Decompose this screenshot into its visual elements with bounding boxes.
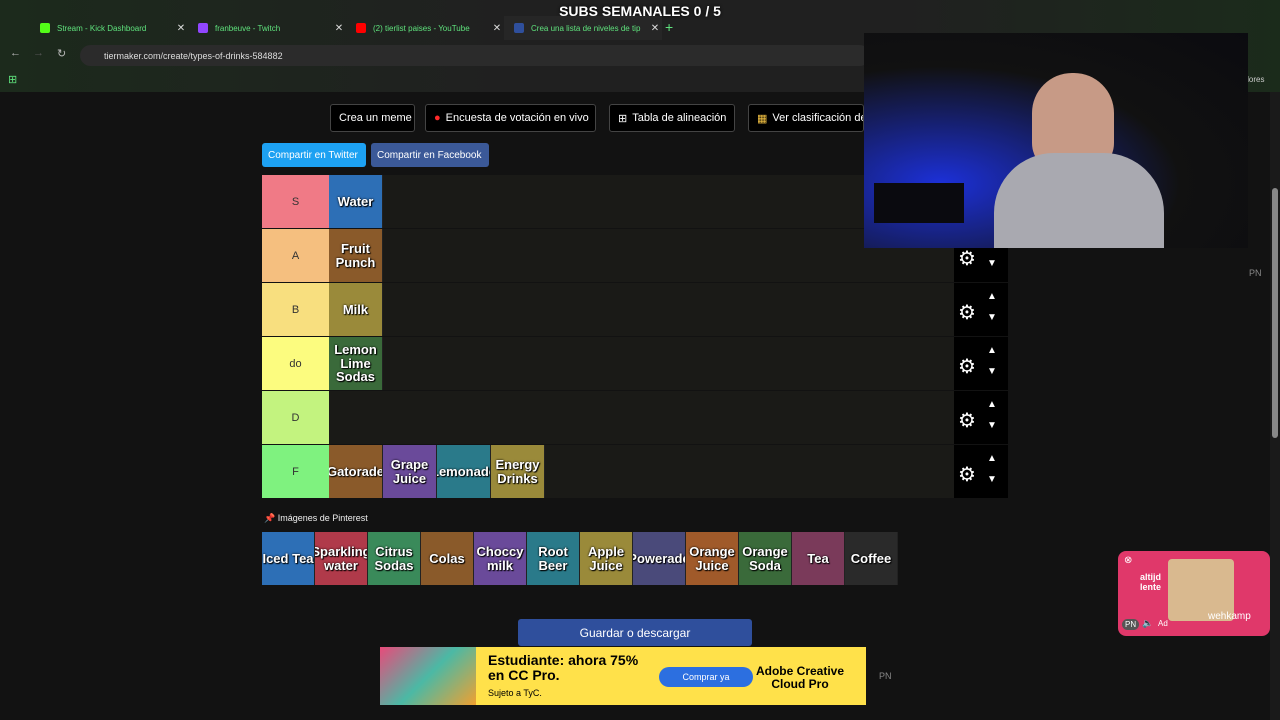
forward-icon[interactable]: → [33, 47, 44, 59]
view-ranking-button[interactable]: ▦ Ver clasificación de [748, 104, 864, 132]
tab-kick[interactable]: Stream - Kick Dashboard ✕ [30, 16, 188, 40]
tier-items: Lemon Lime Sodas [329, 337, 383, 390]
gear-icon[interactable]: ⚙ [958, 408, 976, 433]
pool-item-card[interactable]: Choccy milk [474, 532, 527, 585]
tab-twitch[interactable]: franbeuve - Twitch ✕ [188, 16, 346, 40]
tier-label[interactable]: do [262, 337, 329, 390]
ad-cta-button[interactable]: Comprar ya [659, 667, 753, 687]
close-icon[interactable]: ✕ [332, 23, 346, 34]
pool-item-card[interactable]: Tea [792, 532, 845, 585]
pool-item-card[interactable]: Colas [421, 532, 474, 585]
chevron-up-icon[interactable]: ▲ [987, 291, 997, 302]
chevron-down-icon[interactable]: ▼ [987, 258, 997, 269]
chevron-up-icon[interactable]: ▲ [987, 345, 997, 356]
tier-item-card[interactable]: Energy Drinks [491, 445, 545, 498]
tier-items: GatoradeGrape JuiceLemonadeEnergy Drinks [329, 445, 545, 498]
grid-icon: ⊞ [618, 112, 628, 125]
scrollbar[interactable] [1270, 92, 1280, 720]
ad-pn-label: PN [879, 671, 892, 681]
pool-item-card[interactable]: Orange Juice [686, 532, 739, 585]
close-icon[interactable]: ✕ [490, 23, 504, 34]
gear-icon[interactable]: ⚙ [958, 246, 976, 271]
gear-icon[interactable]: ⚙ [958, 300, 976, 325]
ad-art [380, 647, 476, 705]
reload-icon[interactable]: ↻ [57, 47, 66, 60]
share-facebook-button[interactable]: Compartir en Facebook [371, 143, 489, 167]
tier-label[interactable]: A [262, 229, 329, 282]
tier-row: B Milk ⚙ ▲ ▼ [262, 283, 1008, 337]
tier-items: Milk [329, 283, 383, 336]
live-poll-button[interactable]: ● Encuesta de votación en vivo [425, 104, 596, 132]
tab-tiermaker[interactable]: Crea una lista de niveles de tip ✕ [504, 16, 662, 40]
gear-icon[interactable]: ⚙ [958, 462, 976, 487]
tier-row: FGatoradeGrape JuiceLemonadeEnergy Drink… [262, 445, 1008, 499]
save-download-button[interactable]: Guardar o descargar [518, 619, 752, 646]
create-meme-button[interactable]: Crea un meme [330, 104, 415, 132]
pool-item-card[interactable]: Powerade [633, 532, 686, 585]
tiermaker-icon [514, 23, 524, 33]
ranking-grid-icon: ▦ [757, 112, 768, 125]
side-ad[interactable]: ⊗ altijd lente wehkamp PN 🔈 Ad [1118, 551, 1270, 636]
pool-item-card[interactable]: Coffee [845, 532, 898, 585]
tier-item-card[interactable]: Milk [329, 283, 383, 336]
tier-label[interactable]: B [262, 283, 329, 336]
youtube-icon [356, 23, 366, 33]
pin-icon: 📌 [264, 513, 276, 523]
chevron-down-icon[interactable]: ▼ [987, 366, 997, 377]
tier-item-card[interactable]: Gatorade [329, 445, 383, 498]
streamer-hoodie [994, 153, 1164, 248]
scrollbar-thumb[interactable] [1272, 188, 1278, 438]
tier-row: do Lemon Lime Sodas ⚙ ▲ ▼ [262, 337, 1008, 391]
pinterest-label[interactable]: 📌 Imágenes de Pinterest [264, 513, 368, 524]
tier-label[interactable]: F [262, 445, 329, 498]
gear-icon[interactable]: ⚙ [958, 354, 976, 379]
address-bar[interactable]: tiermaker.com/create/types-of-drinks-584… [80, 45, 870, 66]
pool-item-card[interactable]: Iced Tea [262, 532, 315, 585]
chevron-up-icon[interactable]: ▲ [987, 453, 997, 464]
twitch-icon [198, 23, 208, 33]
chevron-up-icon[interactable]: ▲ [987, 399, 997, 410]
chevron-down-icon[interactable]: ▼ [987, 474, 997, 485]
tier-item-card[interactable]: Water [329, 175, 383, 228]
pool-item-card[interactable]: Sparkling water [315, 532, 368, 585]
tier-label[interactable]: S [262, 175, 329, 228]
tier-controls: ⚙ ▲ ▼ [954, 283, 1008, 336]
tier-item-card[interactable]: Fruit Punch [329, 229, 383, 282]
pool-item-card[interactable]: Apple Juice [580, 532, 633, 585]
chevron-down-icon[interactable]: ▼ [987, 312, 997, 323]
close-icon[interactable]: ✕ [648, 23, 662, 34]
desk [874, 183, 964, 223]
back-icon[interactable]: ← [10, 47, 21, 59]
share-twitter-button[interactable]: Compartir en Twitter [262, 143, 366, 167]
pn-label: PN [1249, 268, 1262, 278]
tier-row: D ⚙ ▲ ▼ [262, 391, 1008, 445]
kick-icon [40, 23, 50, 33]
tier-items: Fruit Punch [329, 229, 383, 282]
tier-label[interactable]: D [262, 391, 329, 444]
banner-ad[interactable]: Estudiante: ahora 75% en CC Pro. Sujeto … [380, 647, 866, 705]
tier-controls: ⚙ ▲ ▼ [954, 337, 1008, 390]
tier-item-card[interactable]: Lemon Lime Sodas [329, 337, 383, 390]
tier-controls: ⚙ ▲ ▼ [954, 445, 1008, 498]
speaker-icon[interactable]: 🔈 [1142, 618, 1153, 629]
tier-controls: ⚙ ▲ ▼ [954, 391, 1008, 444]
chevron-down-icon[interactable]: ▼ [987, 420, 997, 431]
close-ad-icon[interactable]: ⊗ [1124, 555, 1132, 566]
tier-item-card[interactable]: Lemonade [437, 445, 491, 498]
new-tab-icon[interactable]: + [665, 19, 673, 35]
pool-item-card[interactable]: Root Beer [527, 532, 580, 585]
pool-item-card[interactable]: Citrus Sodas [368, 532, 421, 585]
webcam-overlay [864, 33, 1248, 248]
alignment-chart-button[interactable]: ⊞ Tabla de alineación [609, 104, 735, 132]
record-icon: ● [434, 112, 441, 124]
tier-items: Water [329, 175, 383, 228]
tab-youtube[interactable]: (2) tierlist paises - YouTube ✕ [346, 16, 504, 40]
unranked-items: Iced TeaSparkling waterCitrus SodasColas… [262, 532, 898, 586]
pool-item-card[interactable]: Orange Soda [739, 532, 792, 585]
close-icon[interactable]: ✕ [174, 23, 188, 34]
tier-item-card[interactable]: Grape Juice [383, 445, 437, 498]
apps-icon[interactable]: ⊞ [8, 73, 17, 86]
